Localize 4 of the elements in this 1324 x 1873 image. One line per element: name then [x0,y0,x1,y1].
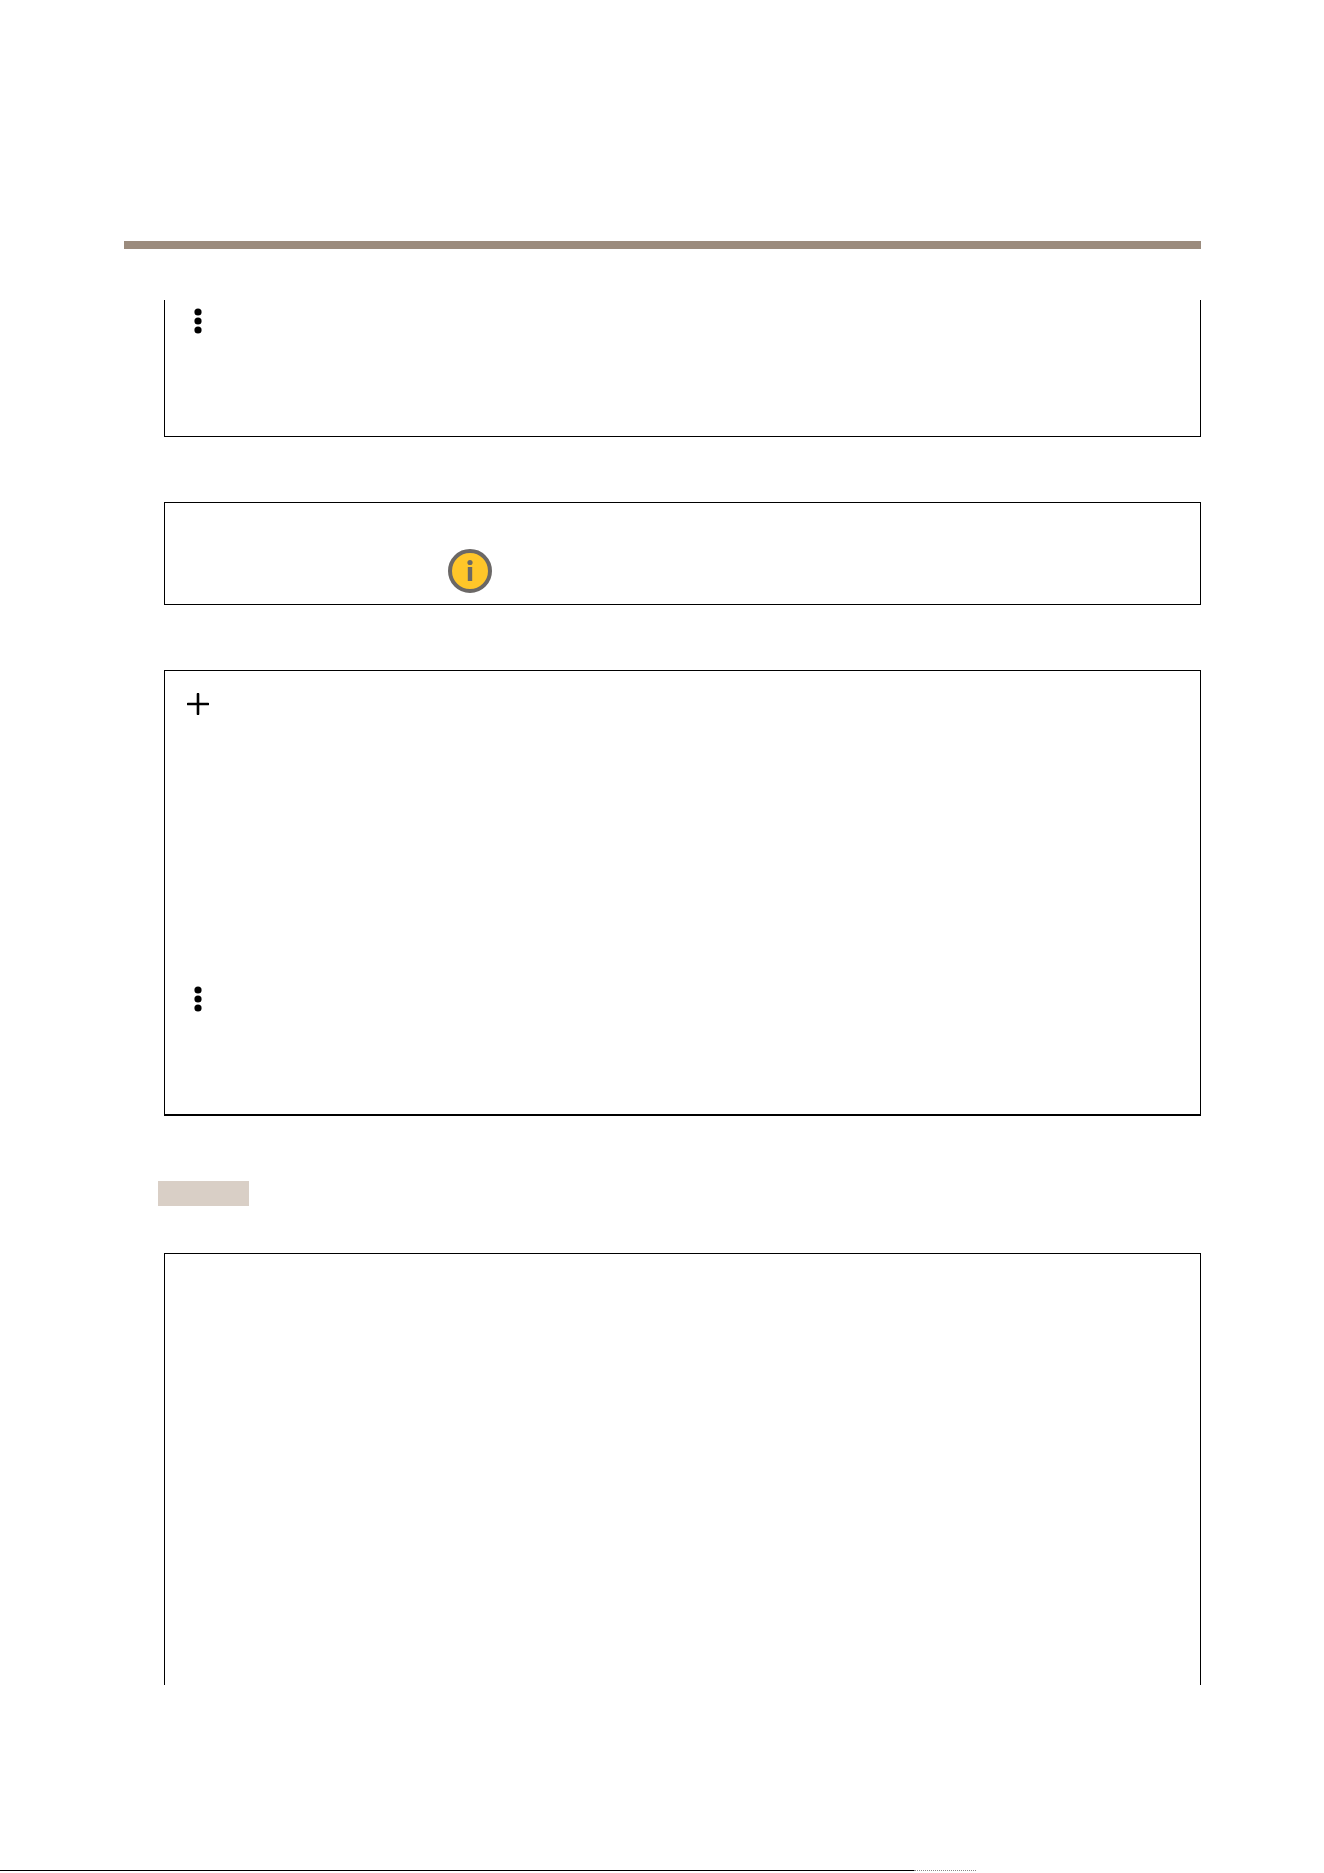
plus-icon [187,693,209,715]
vertical-dots-icon [194,986,202,1012]
info-icon [448,549,492,593]
vertical-dots-icon [194,308,202,334]
